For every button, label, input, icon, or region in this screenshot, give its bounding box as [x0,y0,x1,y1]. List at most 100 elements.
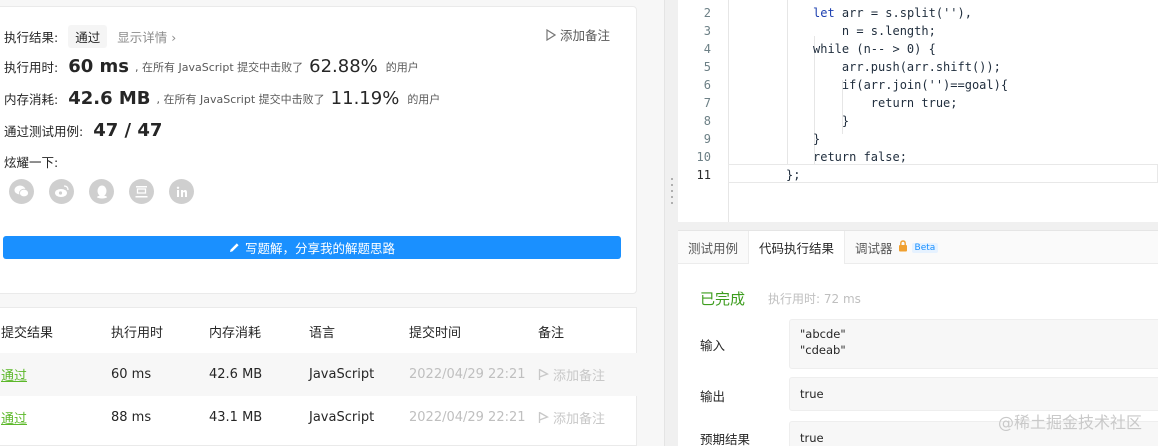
code-text: } [813,132,821,146]
cases-label: 通过测试用例: [4,124,84,139]
header-language: 语言 [309,326,336,341]
input-box: "abcde" "cdeab" [789,319,1158,369]
memory-suffix: 的用户 [407,92,441,106]
code-editor[interactable]: 2 let arr = s.split(''), 3 n = s.length;… [678,0,1158,222]
lock-icon [898,240,908,255]
code-line: 7 return true; [678,94,1158,112]
memory-text: , 在所有 JavaScript 提交中击败了 [156,92,325,106]
output-value: true [800,387,824,401]
run-runtime: 执行用时: 72 ms [768,292,861,306]
runtime-row: 执行用时: 60 ms , 在所有 JavaScript 提交中击败了 62.8… [4,56,419,77]
share-icons [9,179,194,204]
table-row[interactable]: 通过 60 ms 42.6 MB JavaScript 2022/04/29 2… [0,353,638,396]
code-text: return false; [813,150,907,164]
header-time: 提交时间 [409,326,462,341]
row-add-note-button[interactable]: 添加备注 [538,408,605,427]
share-label: 炫耀一下: [4,155,59,170]
code-text: n = s.length; [813,24,936,38]
line-number: 3 [703,24,711,38]
code-line: 3 n = s.length; [678,22,1158,40]
header-runtime: 执行用时 [111,326,164,341]
output-label: 输出 [700,389,726,404]
code-line: 9 } [678,130,1158,148]
flag-icon [546,28,556,41]
line-number: 9 [703,132,711,146]
qq-icon[interactable] [89,179,114,204]
splitter-grip-dot [671,184,673,186]
header-status: 提交结果 [1,326,54,341]
runtime-percentile: 62.88% [309,56,378,77]
table-row[interactable]: 通过 88 ms 43.1 MB JavaScript 2022/04/29 2… [0,396,638,439]
memory-row: 内存消耗: 42.6 MB , 在所有 JavaScript 提交中击败了 11… [4,88,440,109]
watermark: @稀土掘金技术社区 [997,413,1142,432]
panel-splitter[interactable] [664,0,678,446]
memory-value: 42.6 MB [68,88,151,109]
code-text: } [813,114,850,128]
row-memory: 43.1 MB [209,410,263,425]
linkedin-icon[interactable] [169,179,194,204]
status-badge: 通过 [68,25,108,48]
row-add-note-button[interactable]: 添加备注 [538,365,605,384]
code-text: while (n-- > 0) { [813,42,936,56]
row-status-link[interactable]: 通过 [1,365,27,384]
beta-badge: Beta [911,242,939,253]
wechat-icon[interactable] [9,179,34,204]
code-text: if(arr.join('')==goal){ [813,78,1009,92]
code-line: 6 if(arr.join('')==goal){ [678,76,1158,94]
input-line: "abcde" [800,327,846,341]
line-number: 4 [703,42,711,56]
code-text: }; [786,168,801,182]
tab-label: 调试器 [855,241,893,256]
row-memory: 42.6 MB [209,367,263,382]
tab-testcase[interactable]: 测试用例 [678,231,748,264]
tab-label: 测试用例 [688,241,739,256]
show-details-link[interactable]: 显示详情 › [117,27,176,46]
row-status-link[interactable]: 通过 [1,408,27,427]
runtime-suffix: 的用户 [385,60,419,74]
weibo-icon[interactable] [49,179,74,204]
code-text: let arr = s.split(''), [813,6,972,20]
header-memory: 内存消耗 [209,326,262,341]
tab-debugger[interactable]: 调试器 Beta [845,231,948,264]
douban-icon[interactable] [129,179,154,204]
header-note: 备注 [538,326,565,341]
splitter-grip-dot [671,178,673,180]
console-tabs: 测试用例 代码执行结果 调试器 Beta [678,231,1158,264]
add-note-button[interactable]: 添加备注 [546,25,610,44]
expected-value: true [800,431,824,445]
row-language: JavaScript [309,410,375,425]
cases-value: 47 / 47 [93,120,163,141]
code-text: return true; [813,96,958,110]
line-number: 7 [703,96,711,110]
input-line: "cdeab" [800,343,846,357]
row-time: 2022/04/29 22:21 [409,410,526,425]
runtime-text: , 在所有 JavaScript 提交中击败了 [135,60,304,74]
line-number: 2 [703,6,711,20]
row-runtime: 88 ms [111,410,152,425]
code-line: 5 arr.push(arr.shift()); [678,58,1158,76]
code-line: 2 let arr = s.split(''), [678,4,1158,22]
share-row: 炫耀一下: [4,152,58,171]
input-label: 输入 [700,338,726,353]
pencil-icon [229,243,239,252]
add-note-label: 添加备注 [559,28,610,43]
table-header: 提交结果 执行用时 内存消耗 语言 提交时间 备注 [0,310,638,353]
cases-row: 通过测试用例: 47 / 47 [4,120,162,141]
write-solution-button[interactable]: 写题解，分享我的解题思路 [3,236,621,259]
row-add-note-label: 添加备注 [553,412,606,427]
line-number: 10 [696,150,711,164]
line-number: 6 [703,78,711,92]
status-label: 执行结果: [4,30,59,45]
code-text: arr.push(arr.shift()); [813,60,1001,74]
result-card: 执行结果: 通过 显示详情 › 添加备注 执行用时: 60 ms , 在所有 J… [0,6,637,294]
code-token: arr = s.split(''), [841,6,972,20]
row-add-note-label: 添加备注 [553,369,606,384]
row-language: JavaScript [309,367,375,382]
splitter-grip-dot [671,202,673,204]
tab-label: 代码执行结果 [759,241,835,256]
tab-run-result[interactable]: 代码执行结果 [748,231,846,264]
status-row: 执行结果: 通过 显示详情 › [4,25,176,48]
splitter-grip-dot [671,190,673,192]
code-line: 4 while (n-- > 0) { [678,40,1158,58]
row-runtime: 60 ms [111,367,152,382]
